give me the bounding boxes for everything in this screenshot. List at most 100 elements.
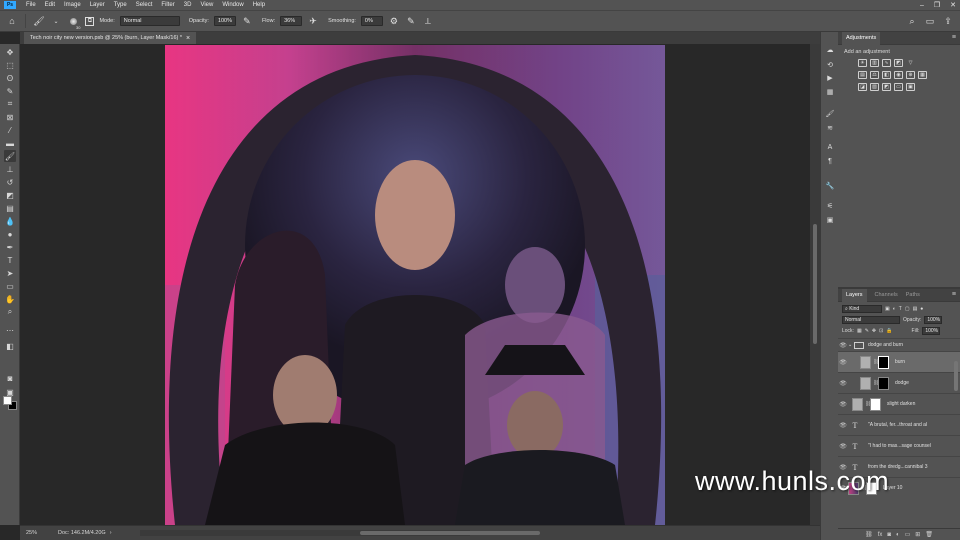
- photo-filter-icon[interactable]: ◉: [894, 71, 903, 79]
- blur-tool-icon[interactable]: 💧: [4, 215, 16, 227]
- share-icon[interactable]: ⇪: [942, 15, 954, 27]
- more-tools-icon[interactable]: ⋯: [4, 324, 16, 336]
- character-icon[interactable]: A: [824, 142, 836, 153]
- brush-tool-icon[interactable]: 🖌: [4, 150, 16, 162]
- channel-mixer-icon[interactable]: ⊕: [906, 71, 915, 79]
- visibility-eye-icon[interactable]: 👁: [838, 380, 848, 387]
- airbrush-icon[interactable]: ✈: [307, 15, 319, 27]
- posterize-icon[interactable]: ▨: [870, 83, 879, 91]
- layer-burn[interactable]: 👁 ⛓ burn: [838, 351, 960, 372]
- dodge-tool-icon[interactable]: ●: [4, 228, 16, 240]
- exposure-icon[interactable]: ◩: [894, 59, 903, 67]
- clone-stamp-tool-icon[interactable]: ⊥: [4, 163, 16, 175]
- default-colors-icon[interactable]: ◧: [4, 340, 16, 352]
- zoom-tool-icon[interactable]: ⌕: [4, 306, 16, 318]
- hue-saturation-icon[interactable]: ▤: [858, 71, 867, 79]
- document-tab[interactable]: Tech noir city new version.psb @ 25% (bu…: [24, 32, 197, 44]
- menu-edit[interactable]: Edit: [45, 2, 55, 8]
- menu-filter[interactable]: Filter: [161, 2, 174, 8]
- vibrance-icon[interactable]: ▽: [906, 59, 915, 67]
- link-layers-icon[interactable]: ⛓: [865, 531, 873, 538]
- delete-layer-icon[interactable]: 🗑: [925, 531, 933, 538]
- canvas-area[interactable]: [20, 44, 820, 525]
- brush-settings-icon[interactable]: ≋: [824, 122, 836, 133]
- smart-filter-icon[interactable]: ▤: [913, 306, 918, 312]
- gradient-tool-icon[interactable]: ▤: [4, 202, 16, 214]
- pressure-size-icon[interactable]: ✎: [405, 15, 417, 27]
- visibility-eye-icon[interactable]: 👁: [838, 401, 848, 408]
- shape-filter-icon[interactable]: ▢: [905, 306, 910, 312]
- mask-thumbnail[interactable]: [878, 376, 889, 390]
- search-icon[interactable]: ⌕: [906, 15, 918, 27]
- new-layer-icon[interactable]: ⊞: [915, 531, 920, 538]
- horizontal-scroll-thumb[interactable]: [360, 531, 540, 535]
- layer-text-brutal[interactable]: 👁 T "A brutal, fer...throat and al: [838, 414, 960, 435]
- type-filter-icon[interactable]: T: [899, 306, 902, 312]
- menu-image[interactable]: Image: [64, 2, 81, 8]
- selective-color-icon[interactable]: ▣: [906, 83, 915, 91]
- lock-position-icon[interactable]: ✥: [872, 328, 876, 334]
- cloud-icon[interactable]: ☁: [824, 44, 836, 55]
- pressure-opacity-icon[interactable]: ✎: [241, 15, 253, 27]
- adjustment-filter-icon[interactable]: ◐: [893, 306, 896, 312]
- minimize-icon[interactable]: –: [920, 2, 924, 9]
- quick-mask-icon[interactable]: ◙: [4, 372, 16, 384]
- layer-dodge[interactable]: 👁 ⛓ dodge: [838, 372, 960, 393]
- panel-menu-icon[interactable]: ≡: [952, 34, 956, 41]
- hand-tool-icon[interactable]: ✋: [4, 293, 16, 305]
- pixel-filter-icon[interactable]: ▣: [885, 306, 890, 312]
- rectangle-tool-icon[interactable]: ▭: [4, 280, 16, 292]
- curves-icon[interactable]: ∿: [882, 59, 891, 67]
- layer-text-massage[interactable]: 👁 T "I had to mas...sage counsel: [838, 435, 960, 456]
- vertical-scrollbar[interactable]: [810, 44, 820, 525]
- history-icon[interactable]: ⟲: [824, 59, 836, 70]
- mask-thumbnail[interactable]: [878, 355, 889, 369]
- properties-icon[interactable]: 🔧: [824, 180, 836, 191]
- visibility-eye-icon[interactable]: 👁: [838, 359, 848, 366]
- tab-adjustments[interactable]: Adjustments: [842, 31, 881, 45]
- adjustments-sliders-icon[interactable]: ⚟: [824, 200, 836, 211]
- tab-layers[interactable]: Layers: [842, 288, 867, 302]
- filter-toggle-icon[interactable]: ●: [920, 306, 923, 312]
- lock-image-icon[interactable]: ✎: [865, 328, 869, 334]
- zoom-level[interactable]: 25%: [20, 530, 44, 536]
- visibility-eye-icon[interactable]: 👁: [838, 443, 848, 450]
- home-icon[interactable]: ⌂: [6, 15, 18, 27]
- mode-select[interactable]: Normal: [119, 16, 180, 26]
- horizontal-scrollbar[interactable]: [140, 530, 540, 536]
- history-brush-tool-icon[interactable]: ↺: [4, 176, 16, 188]
- layers-menu-icon[interactable]: ≡: [952, 291, 956, 298]
- photoshop-logo-icon[interactable]: Ps: [4, 1, 16, 9]
- color-lookup-icon[interactable]: ▦: [918, 71, 927, 79]
- gradient-map-icon[interactable]: ▭: [894, 83, 903, 91]
- healing-brush-tool-icon[interactable]: ▬: [4, 137, 16, 149]
- opacity-input[interactable]: 100%: [213, 16, 236, 26]
- eraser-tool-icon[interactable]: ◩: [4, 189, 16, 201]
- fx-icon[interactable]: fx: [878, 532, 883, 538]
- menu-view[interactable]: View: [200, 2, 213, 8]
- threshold-icon[interactable]: ◩: [882, 83, 891, 91]
- brush-settings-panel-icon[interactable]: ⧉: [85, 16, 95, 26]
- lock-all-icon[interactable]: 🔒: [886, 328, 892, 334]
- lock-transparent-icon[interactable]: ▦: [857, 328, 862, 334]
- marquee-tool-icon[interactable]: ⬚: [4, 59, 16, 71]
- visibility-eye-icon[interactable]: 👁: [838, 342, 848, 349]
- smoothing-settings-gear-icon[interactable]: ⚙: [388, 15, 400, 27]
- blend-mode-select[interactable]: Normal: [842, 316, 900, 324]
- smoothing-input[interactable]: 0%: [360, 16, 383, 26]
- libraries-icon[interactable]: ▣: [824, 214, 836, 225]
- menu-file[interactable]: File: [26, 2, 36, 8]
- brush-tool-icon[interactable]: 🖌: [33, 15, 45, 27]
- move-tool-icon[interactable]: ✥: [4, 46, 16, 58]
- color-balance-icon[interactable]: ⚖: [870, 71, 879, 79]
- symmetry-icon[interactable]: ⟂: [422, 15, 434, 27]
- menu-window[interactable]: Window: [222, 2, 243, 8]
- close-icon[interactable]: ✕: [950, 1, 956, 9]
- menu-type[interactable]: Type: [114, 2, 127, 8]
- kind-filter-select[interactable]: ⌕ Kind: [842, 305, 882, 313]
- path-selection-tool-icon[interactable]: ➤: [4, 267, 16, 279]
- brightness-contrast-icon[interactable]: ☀: [858, 59, 867, 67]
- tab-channels[interactable]: Channels: [875, 292, 898, 298]
- swatches-grid-icon[interactable]: ▦: [824, 86, 836, 97]
- chevron-down-icon[interactable]: ⌄: [50, 15, 62, 27]
